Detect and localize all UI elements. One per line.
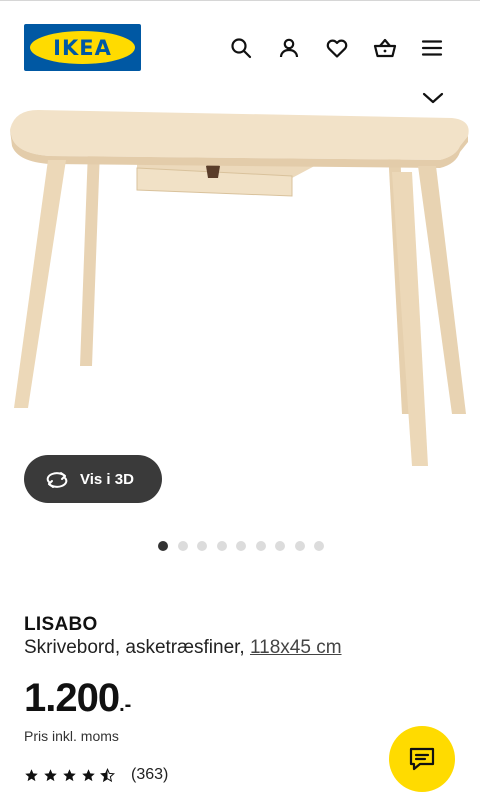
gallery-dot[interactable] bbox=[275, 541, 285, 551]
menu-icon[interactable] bbox=[419, 35, 445, 61]
chat-button[interactable] bbox=[389, 726, 455, 792]
desk-image bbox=[10, 110, 469, 466]
price-suffix: .- bbox=[119, 694, 132, 716]
gallery-dot[interactable] bbox=[197, 541, 207, 551]
gallery-dot[interactable] bbox=[314, 541, 324, 551]
heart-icon[interactable] bbox=[324, 35, 350, 61]
gallery-dot[interactable] bbox=[236, 541, 246, 551]
chat-icon bbox=[409, 747, 435, 771]
product-rating[interactable]: (363) bbox=[24, 765, 168, 785]
vat-note: Pris inkl. moms bbox=[24, 728, 119, 744]
gallery-dot[interactable] bbox=[294, 541, 305, 551]
review-count: (363) bbox=[131, 766, 169, 783]
gallery-dot[interactable] bbox=[177, 541, 188, 551]
star-half-icon bbox=[100, 767, 115, 782]
star-full-icon bbox=[44, 768, 57, 781]
price-main: 1.200 bbox=[24, 676, 120, 720]
gallery-dot[interactable] bbox=[216, 541, 227, 551]
gallery-dot[interactable] bbox=[255, 541, 266, 551]
star-full-icon bbox=[63, 768, 76, 781]
product-image[interactable] bbox=[0, 100, 480, 480]
user-icon[interactable] bbox=[276, 35, 302, 61]
product-name: LISABO bbox=[24, 614, 98, 635]
logo-text: IKEA bbox=[53, 35, 112, 60]
site-header: IKEA bbox=[0, 0, 480, 96]
product-type: Skrivebord, asketræsfiner, bbox=[24, 637, 245, 658]
search-icon[interactable] bbox=[228, 35, 254, 61]
gallery-dot[interactable] bbox=[158, 541, 168, 551]
rotate-3d-icon bbox=[46, 472, 68, 488]
basket-icon[interactable] bbox=[372, 35, 398, 61]
view-in-3d-label: Vis i 3D bbox=[80, 470, 134, 488]
product-description: Skrivebord, asketræsfiner, 118x45 cm bbox=[24, 637, 342, 659]
ikea-logo[interactable]: IKEA bbox=[24, 24, 141, 71]
view-in-3d-button[interactable]: Vis i 3D bbox=[24, 455, 162, 503]
product-price: 1.200.- bbox=[24, 676, 131, 721]
star-full-icon bbox=[25, 768, 38, 781]
gallery-pagination bbox=[158, 541, 324, 551]
star-full-icon bbox=[82, 768, 95, 781]
rating-stars bbox=[24, 767, 115, 783]
product-dimensions-link[interactable]: 118x45 cm bbox=[250, 637, 342, 658]
